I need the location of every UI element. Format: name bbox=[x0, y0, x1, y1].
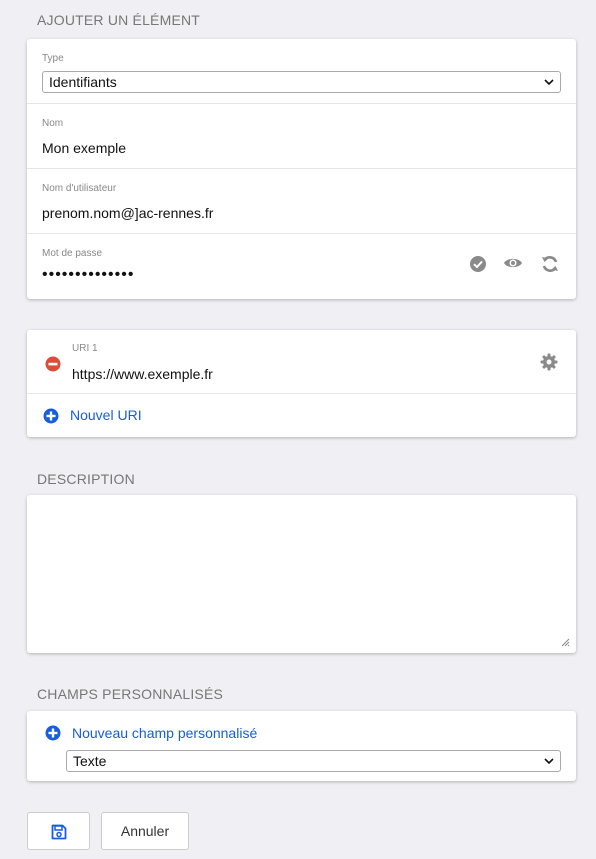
plus-circle-icon[interactable] bbox=[43, 408, 59, 424]
uri-label: URI 1 bbox=[72, 343, 98, 354]
add-item-section-title: AJOUTER UN ÉLÉMENT bbox=[37, 12, 201, 28]
generate-password-icon[interactable] bbox=[540, 254, 560, 274]
password-label: Mot de passe bbox=[42, 248, 103, 259]
new-uri-link[interactable]: Nouvel URI bbox=[70, 407, 142, 423]
custom-fields-section-title: CHAMPS PERSONNALISÉS bbox=[37, 686, 224, 702]
name-label: Nom bbox=[42, 118, 64, 129]
new-custom-field-link[interactable]: Nouveau champ personnalisé bbox=[72, 725, 257, 741]
chevron-down-icon bbox=[544, 79, 554, 86]
save-button[interactable] bbox=[27, 812, 90, 850]
check-password-icon[interactable] bbox=[469, 255, 487, 273]
gear-icon[interactable] bbox=[540, 353, 558, 371]
cancel-button[interactable]: Annuler bbox=[101, 812, 189, 850]
username-label: Nom d'utilisateur bbox=[42, 183, 117, 194]
plus-circle-icon[interactable] bbox=[45, 725, 61, 741]
uri-row: URI 1 https://www.exemple.fr bbox=[27, 330, 576, 394]
type-label: Type bbox=[42, 53, 64, 64]
password-field[interactable]: •••••••••••••• bbox=[42, 266, 134, 284]
uri-card: URI 1 https://www.exemple.fr Nouvel URI bbox=[27, 330, 576, 437]
custom-fields-card: Nouveau champ personnalisé Texte bbox=[27, 711, 576, 781]
new-uri-row[interactable]: Nouvel URI bbox=[27, 394, 576, 437]
type-select[interactable]: Identifiants bbox=[42, 71, 561, 93]
type-row: Type Identifiants bbox=[27, 39, 576, 104]
eye-icon[interactable] bbox=[503, 256, 523, 270]
resize-handle-icon[interactable] bbox=[560, 637, 570, 647]
description-textarea[interactable] bbox=[27, 495, 576, 653]
chevron-down-icon bbox=[544, 758, 554, 765]
description-value bbox=[27, 495, 576, 515]
name-field[interactable]: Mon exemple bbox=[42, 140, 126, 156]
password-row[interactable]: Mot de passe •••••••••••••• bbox=[27, 234, 576, 299]
username-row[interactable]: Nom d'utilisateur prenom.nom@]ac-rennes.… bbox=[27, 169, 576, 234]
description-section-title: DESCRIPTION bbox=[37, 471, 135, 487]
username-field[interactable]: prenom.nom@]ac-rennes.fr bbox=[42, 205, 213, 221]
custom-field-type-value: Texte bbox=[73, 753, 107, 769]
floppy-disk-icon bbox=[51, 824, 67, 840]
custom-field-type-select[interactable]: Texte bbox=[66, 750, 561, 772]
type-select-value: Identifiants bbox=[49, 74, 117, 90]
item-details-card: Type Identifiants Nom Mon exemple Nom d'… bbox=[27, 39, 576, 299]
uri-field[interactable]: https://www.exemple.fr bbox=[72, 366, 213, 382]
remove-uri-icon[interactable] bbox=[45, 356, 61, 372]
name-row[interactable]: Nom Mon exemple bbox=[27, 104, 576, 169]
